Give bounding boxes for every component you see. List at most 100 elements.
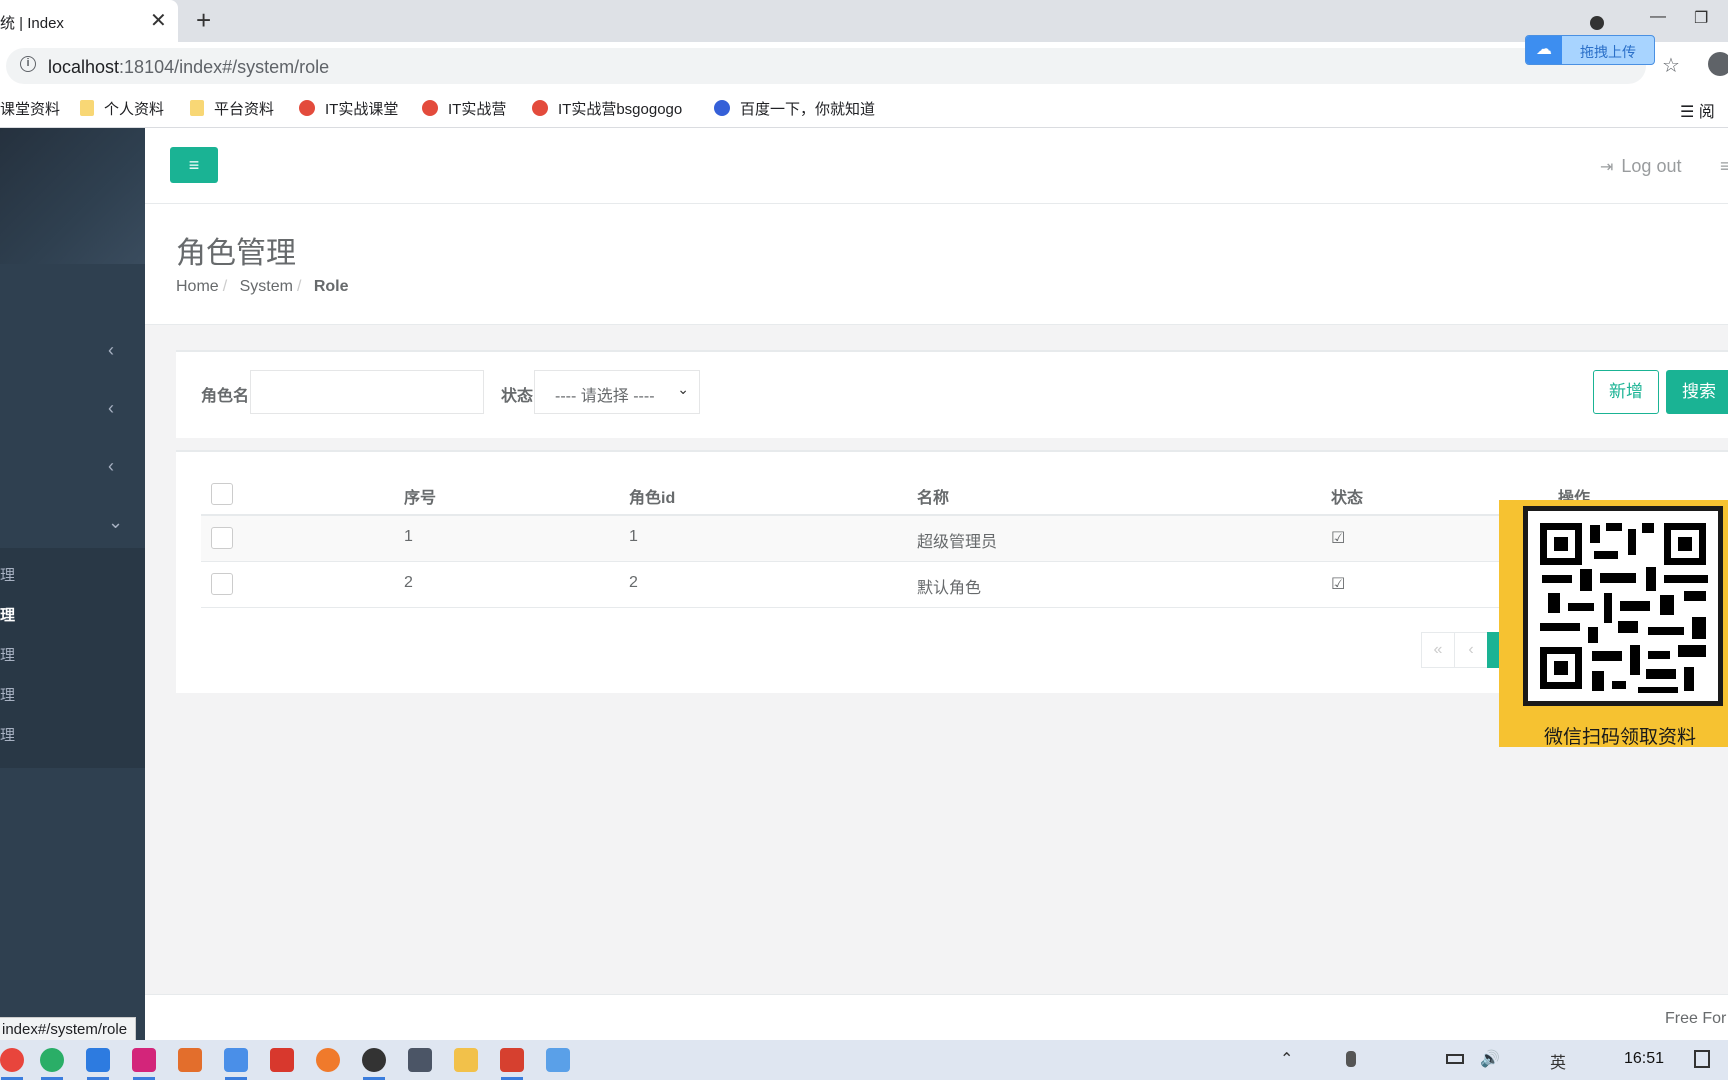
qr-module [1540, 623, 1580, 631]
notification-center-icon[interactable] [1694, 1050, 1710, 1068]
search-button[interactable]: 搜索 [1666, 370, 1728, 414]
sidebar-subitem[interactable]: 理 [0, 564, 15, 585]
omnibox[interactable]: i localhost:18104/index#/system/role [6, 48, 1646, 84]
explorer-taskbar-icon[interactable] [454, 1048, 478, 1072]
site-info-icon[interactable]: i [20, 56, 36, 72]
sidebar-subitem[interactable]: 理 [0, 644, 15, 665]
role-table-panel: 序号 角色id 名称 状态 操作 1 1 超级管理员 ☑ 2 2 默认角色 ☑ … [176, 450, 1728, 693]
menu-collapse-chevron-icon[interactable]: ‹ [108, 456, 114, 477]
sign-out-icon: ⇥ [1600, 159, 1614, 176]
folder-icon [80, 100, 94, 116]
cell-name: 默认角色 [917, 580, 982, 597]
menu-collapse-chevron-icon[interactable]: ‹ [108, 398, 114, 419]
sidebar-subitem[interactable]: 理 [0, 684, 15, 705]
add-button[interactable]: 新增 [1593, 370, 1659, 414]
reading-list-button[interactable]: ☰ 阅 [1680, 98, 1715, 122]
url-text[interactable]: localhost:18104/index#/system/role [48, 57, 329, 78]
qr-module [1628, 529, 1636, 555]
bookmark-item[interactable]: IT实战课堂 [299, 98, 398, 119]
app-taskbar-icon[interactable] [224, 1048, 248, 1072]
qr-module [1692, 617, 1706, 639]
bookmark-label: IT实战课堂 [325, 101, 399, 118]
role-name-input[interactable] [250, 370, 484, 414]
bookmark-item[interactable]: 平台资料 [190, 98, 274, 119]
tab-close-icon[interactable]: ✕ [150, 8, 167, 33]
sidebar-subitem[interactable]: 理 [0, 724, 15, 745]
breadcrumb-home[interactable]: Home [176, 278, 219, 295]
row-checkbox[interactable] [211, 527, 233, 549]
bookmark-item[interactable]: IT实战营 [422, 98, 506, 119]
browser-tab[interactable]: 统 | Index ✕ [0, 0, 178, 42]
settings-taskbar-icon[interactable] [408, 1048, 432, 1072]
column-header[interactable]: 角色id [629, 484, 675, 508]
bookmark-item[interactable]: 个人资料 [80, 98, 164, 119]
qr-module [1648, 651, 1670, 659]
tab-title: 统 | Index [0, 15, 64, 32]
prev-page-button[interactable]: ‹ [1454, 632, 1488, 668]
qr-module [1590, 525, 1600, 543]
row-checkbox[interactable] [211, 573, 233, 595]
role-name-label: 角色名 [201, 388, 250, 405]
chrome-icon [299, 100, 315, 116]
app-taskbar-icon[interactable] [86, 1048, 110, 1072]
column-header[interactable]: 序号 [404, 484, 436, 508]
column-header[interactable]: 状态 [1331, 484, 1363, 508]
intellij-taskbar-icon[interactable] [132, 1048, 156, 1072]
qr-module [1612, 681, 1626, 689]
chrome-icon [422, 100, 438, 116]
bookmark-label: 个人资料 [104, 101, 165, 118]
app-taskbar-icon[interactable] [500, 1048, 524, 1072]
app-taskbar-icon[interactable] [178, 1048, 202, 1072]
cell-role-id: 2 [629, 574, 638, 591]
chrome-icon [532, 100, 548, 116]
qr-finder [1540, 523, 1582, 565]
taskbar-clock[interactable]: 16:51 [1624, 1050, 1664, 1068]
menu-collapse-chevron-icon[interactable]: ‹ [108, 340, 114, 361]
qr-module [1664, 575, 1708, 583]
chrome-taskbar-icon[interactable] [0, 1048, 24, 1072]
url-host: localhost [48, 57, 120, 77]
first-page-button[interactable]: « [1421, 632, 1455, 668]
footer-text: Free For [1665, 1010, 1727, 1027]
app-taskbar-icon[interactable] [362, 1048, 386, 1072]
battery-icon[interactable] [1446, 1054, 1464, 1064]
logout-link[interactable]: ⇥ Log out [1600, 156, 1681, 177]
column-header[interactable]: 名称 [917, 484, 949, 508]
bookmark-item[interactable]: 课堂资料 [0, 98, 60, 119]
folder-icon [190, 100, 204, 116]
new-tab-button[interactable]: + [196, 5, 211, 36]
microphone-icon[interactable] [1346, 1051, 1356, 1067]
qr-module [1678, 645, 1706, 657]
breadcrumb-system[interactable]: System [240, 278, 293, 295]
minimize-button[interactable]: — [1650, 8, 1666, 26]
firefox-taskbar-icon[interactable] [316, 1048, 340, 1072]
status-select[interactable]: ---- 请选择 ---- ⌄ [534, 370, 700, 414]
sidebar-subitem-active[interactable]: 理 [0, 604, 15, 625]
sidebar: ‹ ‹ ‹ ⌄ 理 理 理 理 理 [0, 128, 145, 1040]
qr-module [1684, 591, 1706, 601]
bookmark-item[interactable]: IT实战营bsgogogo [532, 98, 682, 119]
drag-upload-button[interactable]: ☁ 拖拽上传 [1525, 35, 1655, 65]
bookmark-star-icon[interactable]: ☆ [1662, 53, 1680, 78]
sidebar-submenu [0, 548, 145, 768]
hamburger-menu-button[interactable]: ≡ [170, 147, 218, 183]
right-sidebar-toggle-icon[interactable]: ≡ [1720, 156, 1728, 177]
profile-avatar-icon[interactable] [1708, 52, 1728, 76]
menu-expand-chevron-icon[interactable]: ⌄ [108, 512, 123, 533]
app-taskbar-icon[interactable] [546, 1048, 570, 1072]
qr-promo-panel[interactable]: 微信扫码领取资料 [1499, 500, 1728, 748]
logout-label: Log out [1621, 156, 1682, 176]
bookmark-item[interactable]: 百度一下，你就知道 [714, 98, 875, 119]
cell-role-id: 1 [629, 528, 638, 545]
qr-module [1580, 569, 1592, 591]
volume-icon[interactable]: 🔊 [1480, 1049, 1500, 1069]
maximize-button[interactable]: ❐ [1694, 8, 1708, 28]
select-all-checkbox[interactable] [211, 483, 233, 505]
wps-taskbar-icon[interactable] [270, 1048, 294, 1072]
wechat-taskbar-icon[interactable] [40, 1048, 64, 1072]
show-hidden-icons-chevron[interactable]: ⌃ [1280, 1049, 1293, 1069]
url-path: :18104/index#/system/role [119, 57, 330, 77]
sidebar-profile-header [0, 128, 145, 264]
tab-search-icon[interactable] [1590, 16, 1604, 30]
ime-indicator[interactable]: 英 [1550, 1049, 1566, 1073]
